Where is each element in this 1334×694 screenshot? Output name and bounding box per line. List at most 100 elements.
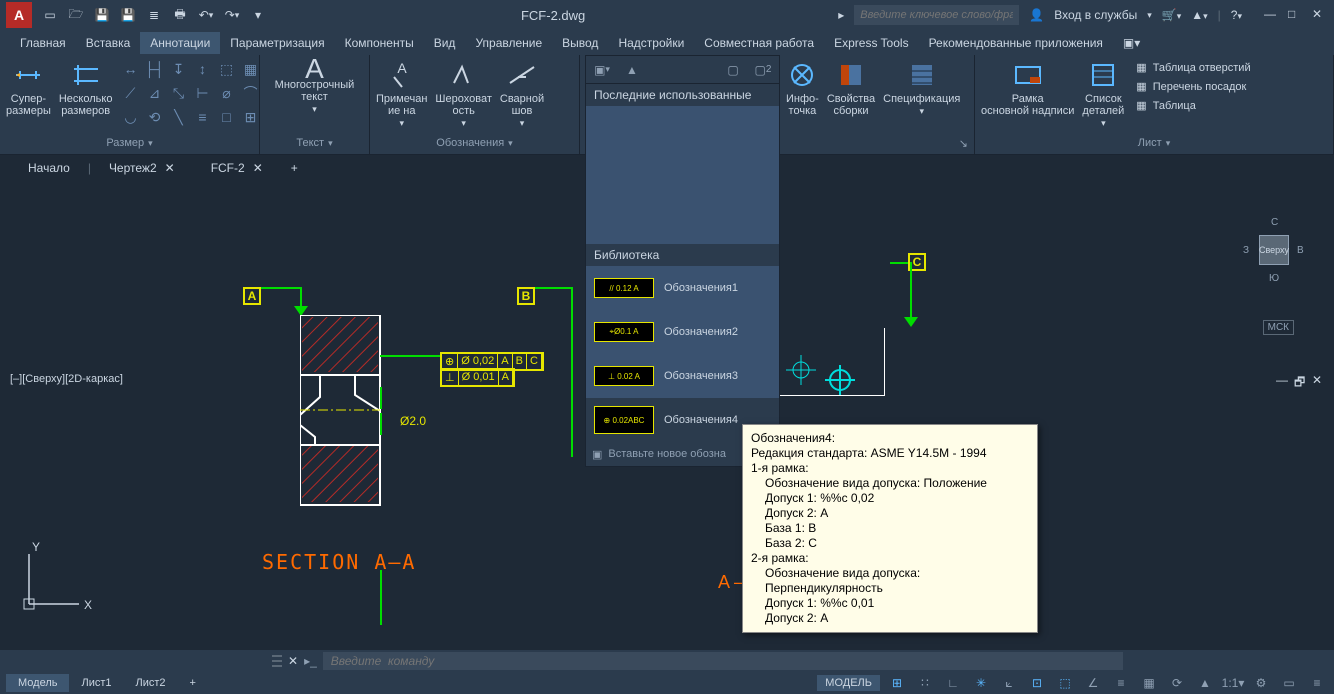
lib-item[interactable]: // 0.12 AОбозначения1 bbox=[586, 266, 779, 310]
dim-tool-icon[interactable]: ⟋ bbox=[120, 83, 140, 103]
cmd-grip-icon[interactable] bbox=[272, 654, 282, 668]
menu-manage[interactable]: Управление bbox=[465, 32, 552, 54]
vp-close-icon[interactable]: ✕ bbox=[1312, 373, 1326, 387]
dim-tool-icon[interactable]: ╲ bbox=[168, 107, 188, 127]
save-icon[interactable]: 💾 bbox=[92, 5, 112, 25]
dim-tool-icon[interactable]: ⤡ bbox=[168, 83, 188, 103]
menu-output[interactable]: Вывод bbox=[552, 32, 608, 54]
layout-tab-model[interactable]: Модель bbox=[6, 674, 69, 692]
open-icon[interactable]: 🗁 bbox=[66, 5, 86, 25]
lib-tool-icon[interactable]: ▢2 bbox=[753, 60, 773, 80]
iso-icon[interactable]: ⟀ bbox=[998, 674, 1020, 692]
super-dimensions-button[interactable]: Супер- размеры bbox=[6, 59, 51, 117]
new-icon[interactable]: ▭ bbox=[40, 5, 60, 25]
menu-extra-icon[interactable]: ▣▾ bbox=[1113, 32, 1150, 54]
plot-icon[interactable]: 🖶 bbox=[170, 5, 190, 25]
spec-button[interactable]: Спецификация▾ bbox=[883, 59, 960, 117]
lib-item[interactable]: ⊥ 0.02 AОбозначения3 bbox=[586, 354, 779, 398]
layout-tab-sheet1[interactable]: Лист1 bbox=[69, 674, 123, 692]
osnap3d-icon[interactable]: ⬚ bbox=[1054, 674, 1076, 692]
menu-insert[interactable]: Вставка bbox=[76, 32, 141, 54]
dim-tool-icon[interactable]: ├┤ bbox=[144, 59, 164, 79]
lib-tool-icon[interactable]: ▣▾ bbox=[592, 60, 612, 80]
dim-tool-icon[interactable]: □ bbox=[216, 107, 236, 127]
command-input[interactable] bbox=[323, 652, 1123, 670]
parts-list-button[interactable]: Список деталей▾ bbox=[1082, 59, 1124, 129]
note-button[interactable]: A Примечан ие на▾ bbox=[376, 59, 427, 129]
menu-parametrize[interactable]: Параметризация bbox=[220, 32, 334, 54]
workspace-icon[interactable]: ▭ bbox=[1278, 674, 1300, 692]
title-block-button[interactable]: Рамка основной надписи bbox=[981, 59, 1074, 117]
cart-icon[interactable]: 🛒▾ bbox=[1162, 8, 1181, 22]
tab-fcf2[interactable]: FCF-2✕ bbox=[193, 157, 281, 179]
transparency-icon[interactable]: ▦ bbox=[1138, 674, 1160, 692]
user-icon[interactable]: 👤 bbox=[1029, 8, 1044, 22]
menu-annotations[interactable]: Аннотации bbox=[140, 32, 220, 54]
signin-label[interactable]: Вход в службы bbox=[1054, 8, 1137, 22]
add-tab-button[interactable]: + bbox=[281, 157, 308, 179]
menu-express[interactable]: Express Tools bbox=[824, 32, 918, 54]
dim-tool-icon[interactable]: ⌀ bbox=[216, 83, 236, 103]
mtext-button[interactable]: A Многострочный текст ▾ bbox=[275, 59, 355, 115]
otrack-icon[interactable]: ∠ bbox=[1082, 674, 1104, 692]
layer-icon[interactable]: ≣ bbox=[144, 5, 164, 25]
undo-icon[interactable]: ↶▾ bbox=[196, 5, 216, 25]
insert-fcf-icon[interactable]: ▣ bbox=[592, 448, 602, 461]
view-cube[interactable]: Сверху С Ю В З bbox=[1239, 215, 1309, 285]
menu-addins[interactable]: Надстройки bbox=[608, 32, 694, 54]
vp-minimize-icon[interactable]: — bbox=[1276, 373, 1290, 387]
maximize-button[interactable]: □ bbox=[1288, 7, 1304, 23]
scale-icon[interactable]: 1:1▾ bbox=[1222, 674, 1244, 692]
redo-icon[interactable]: ↷▾ bbox=[222, 5, 242, 25]
roughness-button[interactable]: Шероховат ость▾ bbox=[435, 59, 491, 129]
coord-system[interactable]: МСК bbox=[1263, 320, 1294, 335]
dim-tool-icon[interactable]: ⊞ bbox=[240, 107, 260, 127]
fit-list-button[interactable]: ▦Перечень посадок bbox=[1132, 78, 1254, 95]
polar-icon[interactable]: ✳ bbox=[970, 674, 992, 692]
gear-icon[interactable]: ⚙ bbox=[1250, 674, 1272, 692]
snap-icon[interactable]: ∷ bbox=[914, 674, 936, 692]
search-trigger-icon[interactable]: ▸ bbox=[838, 8, 844, 22]
cmd-close-icon[interactable]: ✕ bbox=[288, 654, 298, 668]
dim-tool-icon[interactable]: ↧ bbox=[168, 59, 188, 79]
multi-dimensions-button[interactable]: Несколько размеров bbox=[59, 59, 113, 117]
lib-tool-icon[interactable]: ▢ bbox=[723, 60, 743, 80]
grid-icon[interactable]: ⊞ bbox=[886, 674, 908, 692]
ortho-icon[interactable]: ∟ bbox=[942, 674, 964, 692]
dim-tool-icon[interactable]: ⬚ bbox=[216, 59, 236, 79]
tab-start[interactable]: Начало bbox=[10, 157, 88, 179]
close-button[interactable]: ✕ bbox=[1312, 7, 1328, 23]
dim-tool-icon[interactable]: ⟲ bbox=[144, 107, 164, 127]
menu-view[interactable]: Вид bbox=[424, 32, 466, 54]
menu-recommended[interactable]: Рекомендованные приложения bbox=[919, 32, 1113, 54]
dim-tool-icon[interactable]: ⌒ bbox=[240, 83, 260, 103]
annoscale-icon[interactable]: ▲ bbox=[1194, 674, 1216, 692]
dim-tool-icon[interactable]: ◡ bbox=[120, 107, 140, 127]
model-space-indicator[interactable]: МОДЕЛЬ bbox=[817, 675, 880, 691]
menu-components[interactable]: Компоненты bbox=[335, 32, 424, 54]
table-button[interactable]: ▦Таблица bbox=[1132, 97, 1254, 114]
cycling-icon[interactable]: ⟳ bbox=[1166, 674, 1188, 692]
lib-item[interactable]: ⌖Ø0.1 AОбозначения2 bbox=[586, 310, 779, 354]
dim-tool-icon[interactable]: ▦ bbox=[240, 59, 260, 79]
vp-restore-icon[interactable]: 🗗 bbox=[1294, 373, 1308, 387]
dim-tool-icon[interactable]: ⊢ bbox=[192, 83, 212, 103]
help-icon[interactable]: ?▾ bbox=[1231, 8, 1242, 22]
search-input[interactable] bbox=[854, 5, 1019, 25]
osnap-icon[interactable]: ⊡ bbox=[1026, 674, 1048, 692]
app-logo[interactable]: A bbox=[6, 2, 32, 28]
dim-tool-icon[interactable]: ↔ bbox=[120, 59, 140, 79]
tab-drawing2[interactable]: Чертеж2✕ bbox=[91, 157, 193, 179]
menu-home[interactable]: Главная bbox=[10, 32, 76, 54]
lib-tool-icon[interactable]: ▲ bbox=[622, 60, 642, 80]
weld-button[interactable]: Сварной шов▾ bbox=[500, 59, 544, 129]
dim-tool-icon[interactable]: ⊿ bbox=[144, 83, 164, 103]
lweight-icon[interactable]: ≡ bbox=[1110, 674, 1132, 692]
a360-icon[interactable]: ▲▾ bbox=[1191, 8, 1207, 22]
qat-more-icon[interactable]: ▾ bbox=[248, 5, 268, 25]
dim-tool-icon[interactable]: ↕ bbox=[192, 59, 212, 79]
tab-close-icon[interactable]: ✕ bbox=[165, 161, 175, 175]
tab-close-icon[interactable]: ✕ bbox=[253, 161, 263, 175]
assembly-props-button[interactable]: Свойства сборки bbox=[827, 59, 875, 117]
saveas-icon[interactable]: 💾 bbox=[118, 5, 138, 25]
